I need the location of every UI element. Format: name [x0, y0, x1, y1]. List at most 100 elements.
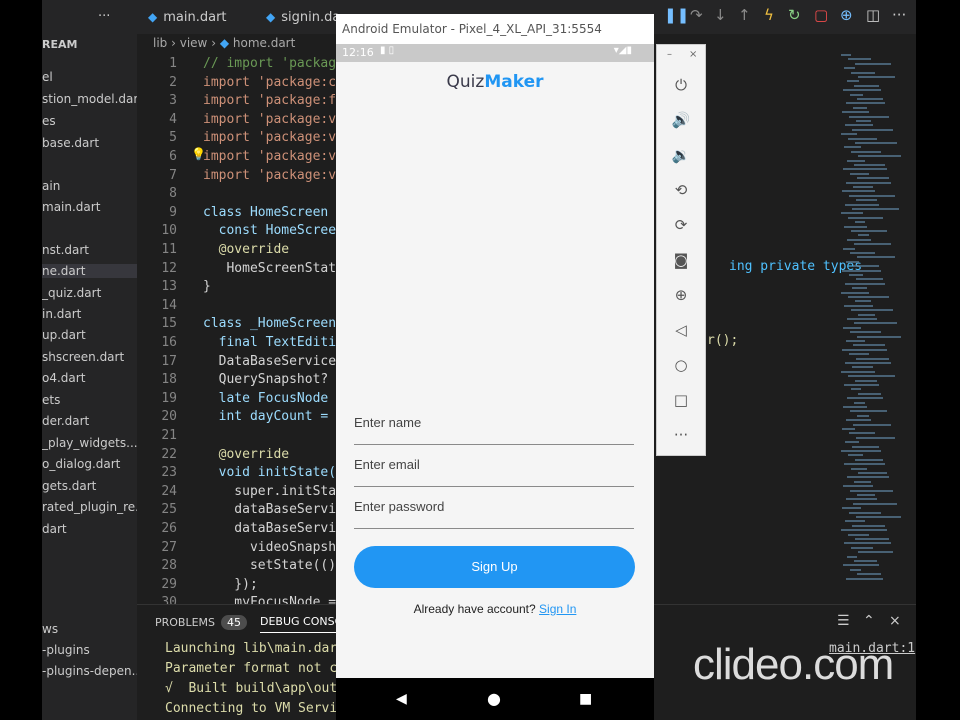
- code-line[interactable]: import 'package:fl: [203, 93, 344, 108]
- code-line[interactable]: setState((): [203, 558, 336, 573]
- code-line[interactable]: videoSnapsho: [203, 540, 344, 555]
- sign-up-button[interactable]: Sign Up: [354, 546, 635, 588]
- tab-debug-console[interactable]: DEBUG CONSO: [260, 615, 344, 633]
- rotate-left-icon[interactable]: ⟲: [669, 178, 693, 202]
- home-icon[interactable]: ○: [669, 353, 693, 377]
- code-line[interactable]: dataBaseServic: [203, 521, 344, 536]
- password-field[interactable]: [354, 486, 634, 529]
- email-input[interactable]: [354, 444, 634, 484]
- minimize-icon[interactable]: –: [667, 49, 672, 60]
- close-icon[interactable]: ×: [689, 49, 697, 60]
- clear-console-icon[interactable]: ☰: [837, 613, 850, 629]
- volume-up-icon[interactable]: 🔊: [669, 108, 693, 132]
- sidebar-item[interactable]: gets.dart: [42, 479, 137, 493]
- breadcrumb-view[interactable]: view: [180, 36, 208, 50]
- camera-icon[interactable]: ◙: [669, 248, 693, 272]
- back-icon[interactable]: ◀: [396, 678, 407, 720]
- code-line[interactable]: int dayCount = 0: [203, 409, 344, 424]
- breadcrumb-file[interactable]: home.dart: [233, 36, 295, 50]
- sign-in-link[interactable]: Sign In: [539, 602, 576, 616]
- step-out-icon[interactable]: ↑: [738, 6, 751, 24]
- sidebar-item[interactable]: nst.dart: [42, 243, 137, 257]
- restart-icon[interactable]: ↻: [788, 6, 801, 24]
- volume-down-icon[interactable]: 🔉: [669, 143, 693, 167]
- pause-icon[interactable]: ❚❚: [664, 6, 689, 24]
- minimap[interactable]: [837, 54, 902, 604]
- code-line[interactable]: import 'package:vi: [203, 130, 344, 145]
- name-field[interactable]: [354, 402, 634, 445]
- overview-icon[interactable]: □: [669, 388, 693, 412]
- sidebar-item[interactable]: ne.dart: [42, 264, 137, 278]
- code-line[interactable]: import 'package:vi: [203, 149, 344, 164]
- code-line[interactable]: import 'package:cl: [203, 75, 344, 90]
- code-line[interactable]: }: [203, 279, 211, 294]
- zoom-icon[interactable]: ⊕: [669, 283, 693, 307]
- step-over-icon[interactable]: ↷: [690, 6, 703, 24]
- back-icon[interactable]: ◁: [669, 318, 693, 342]
- sidebar-item[interactable]: el: [42, 70, 137, 84]
- name-input[interactable]: [354, 402, 634, 442]
- sidebar-item[interactable]: stion_model.dart: [42, 92, 137, 106]
- breadcrumb-lib[interactable]: lib: [153, 36, 167, 50]
- code-line[interactable]: @override: [203, 447, 289, 462]
- power-icon[interactable]: ⏻: [669, 73, 693, 97]
- sidebar-item[interactable]: es: [42, 114, 137, 128]
- code-line[interactable]: });: [203, 577, 258, 592]
- code-line[interactable]: const HomeScreen: [203, 223, 344, 238]
- sidebar-item[interactable]: in.dart: [42, 307, 137, 321]
- code-line[interactable]: import 'package:vi: [203, 168, 344, 183]
- recents-icon[interactable]: ■: [579, 678, 592, 720]
- tab-main-dart[interactable]: ◆ main.dart: [148, 0, 227, 34]
- code-line[interactable]: late FocusNode m: [203, 391, 344, 406]
- password-input[interactable]: [354, 486, 634, 526]
- maximize-panel-icon[interactable]: ⌃: [863, 613, 875, 629]
- more-icon[interactable]: ···: [669, 423, 693, 447]
- sidebar-item[interactable]: main.dart: [42, 200, 137, 214]
- close-panel-icon[interactable]: ×: [889, 613, 901, 629]
- sidebar-item[interactable]: shscreen.dart: [42, 350, 137, 364]
- code-line[interactable]: DataBaseServices: [203, 354, 344, 369]
- code-line[interactable]: @override: [203, 242, 289, 257]
- tab-problems[interactable]: PROBLEMS 45: [155, 615, 248, 630]
- code-line[interactable]: void initState(): [203, 465, 344, 480]
- email-field[interactable]: [354, 444, 634, 487]
- sidebar-item[interactable]: o4.dart: [42, 371, 137, 385]
- code-line[interactable]: import 'package:vi: [203, 112, 344, 127]
- sidebar-item[interactable]: _play_widgets....: [42, 436, 137, 450]
- home-icon[interactable]: ●: [487, 678, 501, 720]
- tab-signin-dart[interactable]: ◆ signin.da: [266, 0, 340, 34]
- sidebar-item[interactable]: ws: [42, 622, 137, 636]
- line-number: 23: [161, 465, 177, 481]
- ellipsis-icon[interactable]: ···: [98, 0, 110, 34]
- sidebar-item[interactable]: der.dart: [42, 414, 137, 428]
- sidebar-item[interactable]: ets: [42, 393, 137, 407]
- sidebar-item[interactable]: ain: [42, 179, 137, 193]
- sidebar-item[interactable]: -plugins-depen...: [42, 664, 137, 678]
- hot-reload-icon[interactable]: ϟ: [764, 6, 774, 24]
- sidebar-item[interactable]: base.dart: [42, 136, 137, 150]
- code-line[interactable]: HomeScreenState: [203, 261, 343, 276]
- rotate-right-icon[interactable]: ⟳: [669, 213, 693, 237]
- sidebar-item[interactable]: _quiz.dart: [42, 286, 137, 300]
- code-line[interactable]: super.initStat: [203, 484, 344, 499]
- code-line[interactable]: final TextEditin: [203, 335, 344, 350]
- split-editor-icon[interactable]: ◫: [866, 6, 880, 24]
- code-line[interactable]: myFocusNode =: [203, 595, 336, 604]
- sidebar-item[interactable]: dart: [42, 522, 137, 536]
- more-actions-icon[interactable]: ···: [892, 6, 906, 24]
- step-into-icon[interactable]: ↓: [714, 6, 727, 24]
- inspect-icon[interactable]: ⊕: [840, 6, 853, 24]
- code-line[interactable]: class HomeScreen e: [203, 205, 344, 220]
- explorer-section-title[interactable]: REAM: [42, 38, 77, 51]
- code-line[interactable]: dataBaseServic: [203, 502, 344, 517]
- sidebar-item[interactable]: up.dart: [42, 328, 137, 342]
- emulator-title-bar[interactable]: Android Emulator - Pixel_4_XL_API_31:555…: [336, 14, 654, 44]
- sidebar-item[interactable]: -plugins: [42, 643, 137, 657]
- code-line[interactable]: // import 'package: [203, 56, 344, 71]
- lightbulb-icon[interactable]: 💡: [191, 147, 206, 161]
- sidebar-item[interactable]: o_dialog.dart: [42, 457, 137, 471]
- sidebar-item[interactable]: rated_plugin_re...: [42, 500, 137, 514]
- stop-icon[interactable]: ▢: [814, 6, 828, 24]
- code-line[interactable]: class _HomeScreenS: [203, 316, 344, 331]
- code-line[interactable]: QuerySnapshot? v: [203, 372, 344, 387]
